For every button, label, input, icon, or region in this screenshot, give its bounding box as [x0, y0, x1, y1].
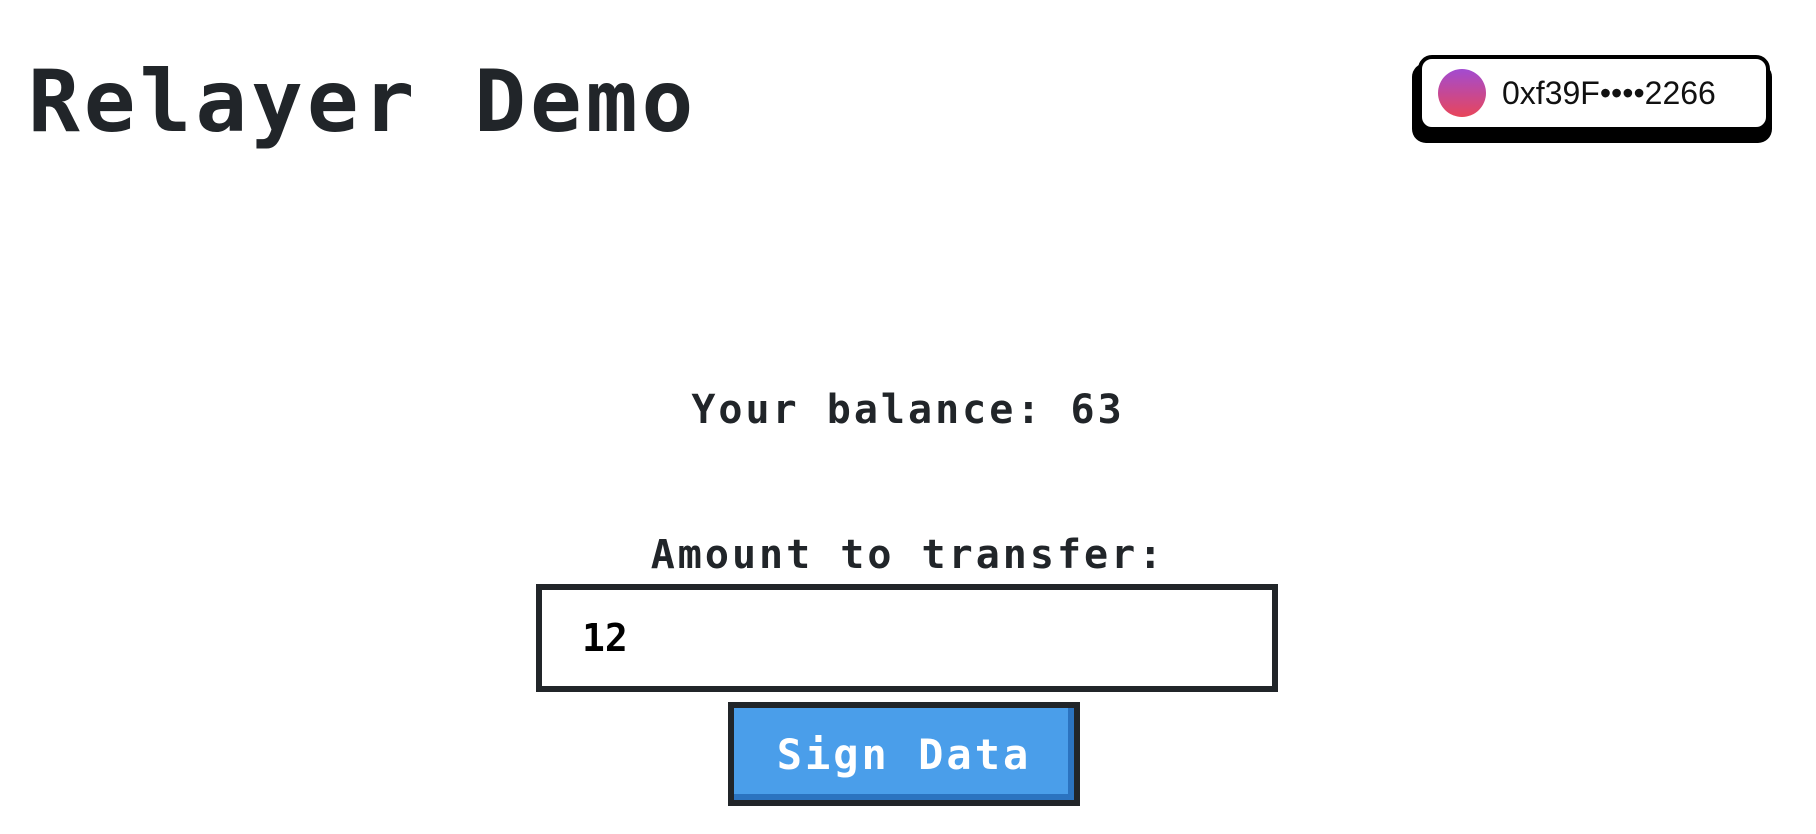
app-title: Relayer Demo: [28, 52, 698, 152]
amount-input[interactable]: [536, 584, 1278, 692]
amount-label: Amount to transfer:: [650, 532, 1166, 578]
wallet-address: 0xf39F••••2266: [1502, 74, 1716, 111]
balance-text: Your balance: 63: [691, 387, 1125, 433]
wallet-button-face[interactable]: 0xf39F••••2266: [1418, 55, 1770, 131]
gradient-avatar-icon: [1438, 69, 1486, 117]
sign-data-button[interactable]: Sign Data: [728, 702, 1080, 806]
page: Relayer Demo 0xf39F••••2266 Your balance…: [0, 0, 1816, 834]
wallet-account-button[interactable]: 0xf39F••••2266: [1412, 55, 1776, 143]
